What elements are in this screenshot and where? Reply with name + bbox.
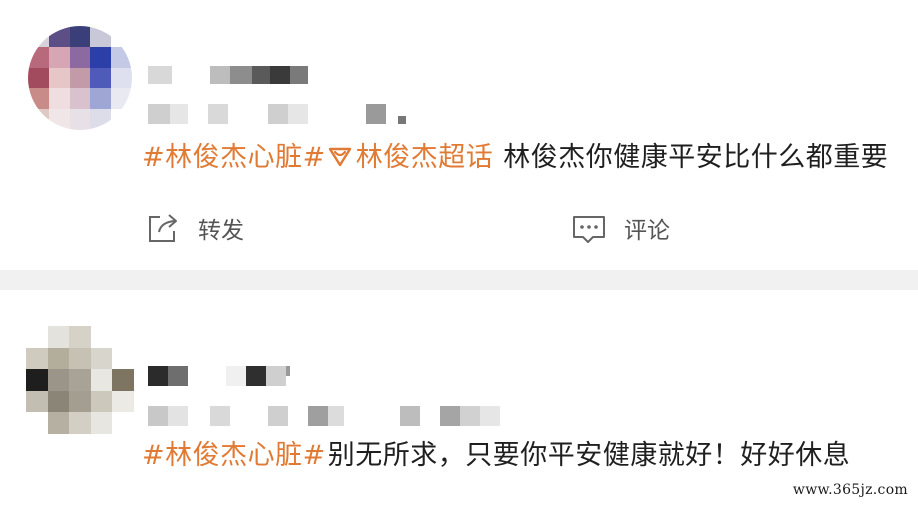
topic-link[interactable]: #林俊杰心脏# <box>142 440 326 471</box>
repost-label: 转发 <box>198 218 244 244</box>
comment-button[interactable]: 评论 <box>572 211 670 245</box>
post-card: #林俊杰心脏# 林俊杰超话 林俊杰你健康平安比什么都重要 转发 评论 <box>0 0 918 270</box>
post-body-text: 别无所求，只要你平安健康就好！好好休息 <box>327 440 851 471</box>
username-mosaic <box>148 366 290 386</box>
diamond-supertopic-icon <box>328 147 351 167</box>
feed-separator <box>0 270 918 290</box>
post-meta-mosaic <box>148 406 500 426</box>
weibo-feed: #林俊杰心脏# 林俊杰超话 林俊杰你健康平安比什么都重要 转发 评论 #林俊杰心… <box>0 0 918 506</box>
comment-label: 评论 <box>624 218 670 244</box>
supertopic-link[interactable]: 林俊杰超话 <box>326 142 494 173</box>
avatar[interactable] <box>26 326 134 434</box>
post-body-text: 林俊杰你健康平安比什么都重要 <box>503 142 889 173</box>
supertopic-label: 林俊杰超话 <box>355 142 494 173</box>
post-card: #林俊杰心脏#别无所求，只要你平安健康就好！好好休息 <box>0 290 918 506</box>
comment-icon <box>573 216 605 243</box>
post-content: #林俊杰心脏#别无所求，只要你平安健康就好！好好休息 <box>142 438 850 474</box>
site-watermark: www.365jz.com <box>792 482 908 498</box>
topic-link[interactable]: #林俊杰心脏# <box>142 142 326 173</box>
avatar[interactable] <box>28 26 132 130</box>
repost-icon <box>149 214 177 242</box>
username-mosaic <box>148 66 308 84</box>
post-meta-mosaic <box>148 104 406 124</box>
post-content: #林俊杰心脏# 林俊杰超话 林俊杰你健康平安比什么都重要 <box>142 140 888 176</box>
repost-button[interactable]: 转发 <box>146 211 244 245</box>
